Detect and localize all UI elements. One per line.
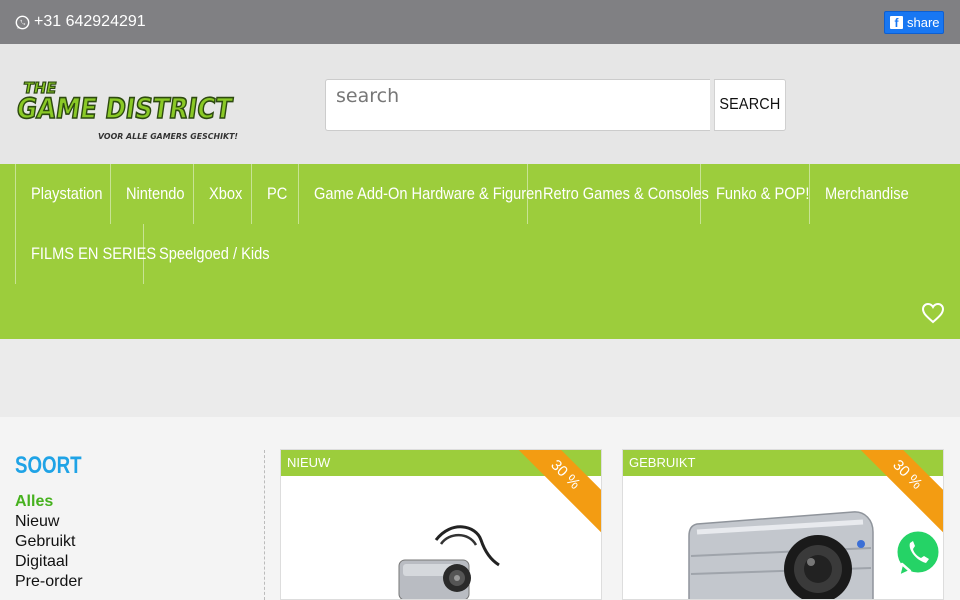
share-label: share [907,15,940,30]
phone-contact[interactable]: +31 642924291 [15,13,146,31]
main-navigation: Playstation Nintendo Xbox PC Game Add-On… [0,164,960,339]
nav-label: Game Add-On Hardware & Figuren [314,184,543,203]
svg-text:GAME DISTRICT: GAME DISTRICT [16,92,235,125]
nav-item-pc[interactable]: PC [251,164,299,224]
banner-area [0,339,960,417]
sort-option-alles[interactable]: Alles [15,492,255,512]
product-image-camera [398,525,500,599]
nav-item-nintendo[interactable]: Nintendo [110,164,194,224]
site-logo[interactable]: THE GAME DISTRICT VOOR ALLE GAMERS GESCH… [16,73,240,145]
nav-item-films-en-series[interactable]: FILMS EN SERIES [15,224,156,284]
sort-options: Alles Nieuw Gebruikt Digitaal Pre-order [15,492,255,592]
nav-label: Merchandise [825,184,909,203]
nav-label: PC [267,184,288,203]
nav-item-retro-games[interactable]: Retro Games & Consoles [527,164,709,224]
filter-sidebar: SOORT Alles Nieuw Gebruikt Digitaal Pre-… [15,450,255,592]
nav-item-game-add-on[interactable]: Game Add-On Hardware & Figuren [298,164,542,224]
sort-title: SOORT [15,452,82,479]
nav-label: Playstation [31,184,103,203]
wishlist-heart-icon[interactable] [921,302,945,329]
search-bar: SEARCH [325,79,790,131]
product-card[interactable]: NIEUW 30 % [280,449,602,600]
nav-item-xbox[interactable]: Xbox [193,164,252,224]
facebook-share-button[interactable]: f share [884,11,944,34]
nav-label: FILMS EN SERIES [31,244,157,263]
svg-text:VOOR ALLE GAMERS GESCHIKT!: VOOR ALLE GAMERS GESCHIKT! [98,132,238,141]
sort-option-digitaal[interactable]: Digitaal [15,552,255,572]
nav-item-speelgoed-kids[interactable]: Speelgoed / Kids [143,224,273,284]
sort-option-pre-order[interactable]: Pre-order [15,572,255,592]
nav-label: Xbox [209,184,243,203]
phone-number: +31 642924291 [34,13,146,30]
sidebar-divider [264,450,265,600]
whatsapp-chat-icon[interactable] [891,526,945,580]
site-header: THE GAME DISTRICT VOOR ALLE GAMERS GESCH… [0,44,960,164]
nav-label: Retro Games & Consoles [543,184,709,203]
search-input[interactable] [325,79,711,131]
sort-option-gebruikt[interactable]: Gebruikt [15,532,255,552]
search-button[interactable]: SEARCH [714,79,787,131]
sort-option-nieuw[interactable]: Nieuw [15,512,255,532]
nav-label: Speelgoed / Kids [159,244,270,263]
nav-label: Funko & POP! [716,184,810,203]
nav-label: Nintendo [126,184,185,203]
whatsapp-icon [15,15,30,30]
nav-item-merchandise[interactable]: Merchandise [809,164,919,224]
nav-item-funko-pop[interactable]: Funko & POP! [700,164,810,224]
product-image-eyetoy [688,511,874,599]
top-bar: +31 642924291 f share [0,0,960,44]
facebook-icon: f [890,16,903,30]
nav-item-playstation[interactable]: Playstation [15,164,111,224]
